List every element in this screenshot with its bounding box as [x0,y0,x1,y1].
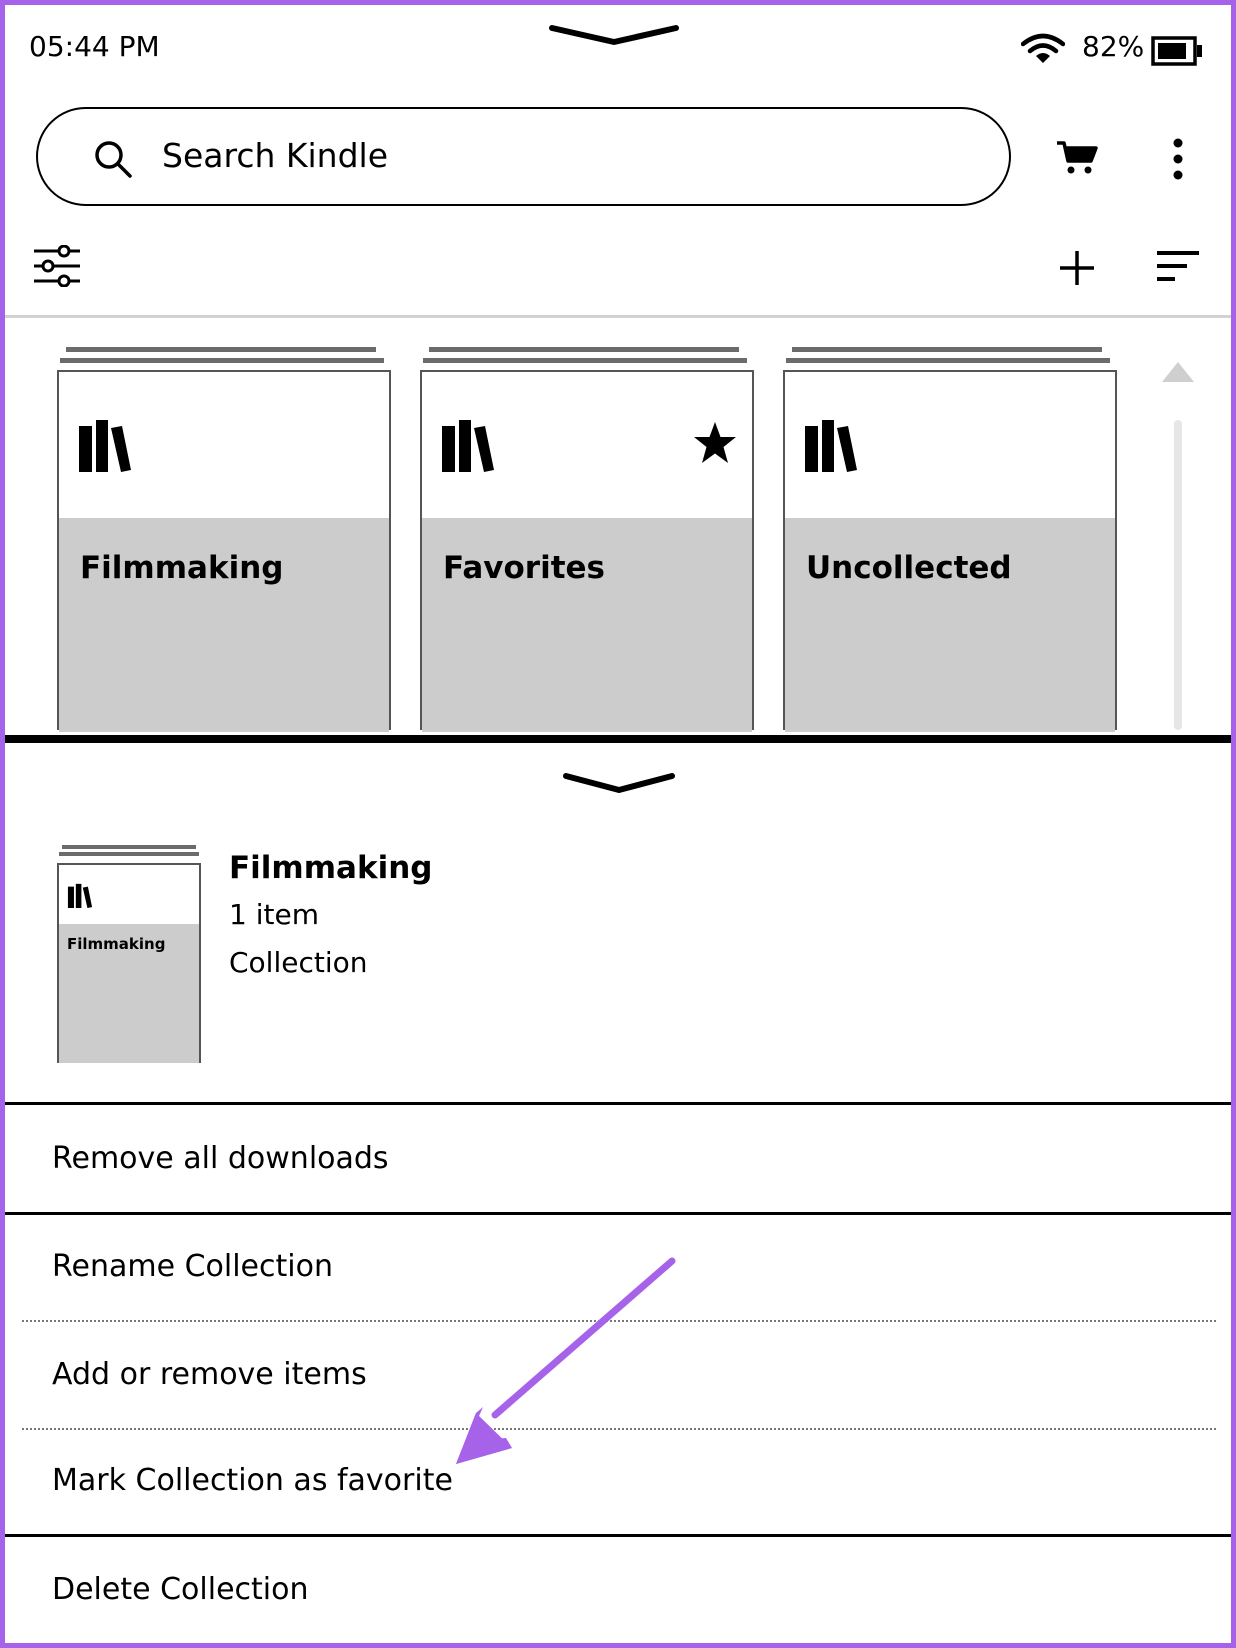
menu-item-mark-favorite[interactable]: Mark Collection as favorite [52,1463,453,1498]
collection-thumbnail: Filmmaking [57,845,201,1063]
menu-divider [5,1212,1231,1215]
stack-line [429,347,739,352]
pull-down-handle[interactable] [548,20,680,48]
menu-item-rename-collection[interactable]: Rename Collection [52,1249,333,1284]
detail-type: Collection [229,946,368,979]
stack-line [60,358,384,363]
menu-divider [5,1534,1231,1537]
scroll-up-arrow-icon[interactable] [1160,360,1196,384]
collection-title: Filmmaking [80,550,284,586]
toolbar-divider [5,315,1231,318]
detail-item-count: 1 item [229,898,319,931]
stack-line [423,358,747,363]
collection-cover: Filmmaking [57,370,391,732]
collection-tile[interactable]: Uncollected [783,347,1117,732]
sort-icon[interactable] [1155,249,1201,285]
menu-item-remove-downloads[interactable]: Remove all downloads [52,1141,389,1176]
thumbnail-title: Filmmaking [67,935,166,953]
bookshelf-icon [805,420,857,472]
scrollbar[interactable] [1174,420,1182,730]
star-icon [694,422,736,463]
search-bar[interactable]: Search Kindle [36,107,1011,206]
sheet-collapse-handle[interactable] [562,768,676,796]
collection-tile[interactable]: Filmmaking [57,347,391,732]
bookshelf-icon [442,420,494,472]
menu-item-add-remove-items[interactable]: Add or remove items [52,1357,367,1392]
collection-cover: Favorites [420,370,754,732]
battery-percentage: 82% [1082,30,1145,63]
sheet-top-border [5,735,1231,743]
battery-icon [1151,36,1202,66]
annotation-arrow-icon [456,1257,676,1464]
menu-divider [5,1102,1231,1105]
collection-tile[interactable]: Favorites [420,347,754,732]
plus-icon[interactable] [1058,249,1096,287]
collection-cover: Uncollected [783,370,1117,732]
filter-sliders-icon[interactable] [34,245,80,287]
wifi-icon [1021,33,1065,63]
search-icon [95,141,132,178]
stack-line [59,852,199,856]
collection-title: Uncollected [806,550,1012,586]
more-vertical-icon[interactable] [1170,138,1186,180]
detail-title: Filmmaking [229,850,433,886]
stack-line [66,347,376,352]
stack-line [62,845,196,849]
cart-icon[interactable] [1056,139,1098,175]
search-input[interactable]: Search Kindle [162,136,388,175]
stack-line [786,358,1110,363]
thumbnail-cover: Filmmaking [57,863,201,1063]
bookshelf-icon [67,883,93,908]
menu-item-delete-collection[interactable]: Delete Collection [52,1572,309,1607]
bookshelf-icon [79,420,131,472]
collection-title: Favorites [443,550,605,586]
status-time: 05:44 PM [29,30,160,63]
stack-line [792,347,1102,352]
